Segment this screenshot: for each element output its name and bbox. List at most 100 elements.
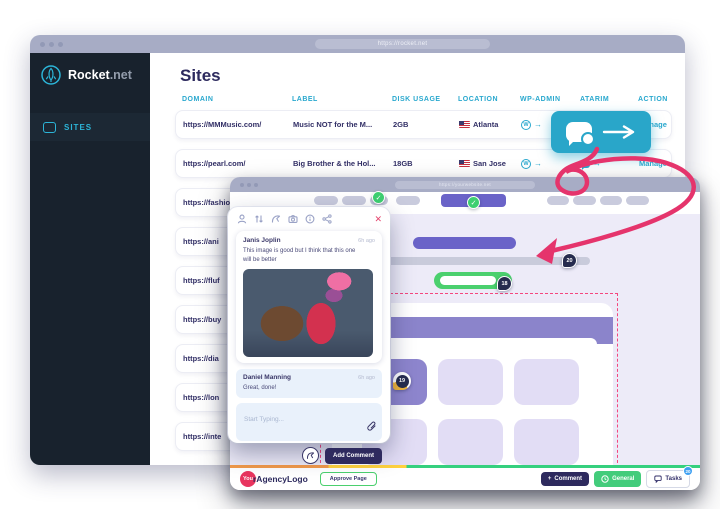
col-action: ACTION	[638, 96, 677, 103]
resolved-check-icon[interactable]: ✓	[467, 196, 480, 209]
site-disk: 2GB	[393, 120, 459, 129]
table-row: https://pearl.com/ Big Brother & the Hol…	[175, 149, 672, 178]
nav-placeholder	[342, 196, 366, 205]
site-disk: 18GB	[393, 159, 459, 168]
comment-author: Daniel Manning	[243, 374, 291, 381]
col-location: LOCATION	[458, 96, 520, 103]
window-control-icon[interactable]	[240, 183, 244, 187]
site-label: Music NOT for the M...	[293, 120, 393, 129]
site-domain: https://pearl.com/	[183, 159, 293, 168]
grid-cell	[438, 419, 503, 465]
atarim-collaborate-button[interactable]	[551, 111, 651, 153]
window-control-icon[interactable]	[40, 42, 45, 47]
info-icon[interactable]	[304, 214, 315, 225]
browser-titlebar: https://yourwebsite.net	[230, 177, 700, 192]
address-bar[interactable]: https://rocket.net	[315, 39, 490, 49]
task-pin[interactable]: 20	[562, 253, 577, 268]
tasks-chat-icon	[654, 475, 662, 483]
popup-toolbar: ✕	[236, 213, 382, 225]
chat-bubble-icon	[566, 122, 592, 142]
comment-time: 6h ago	[358, 238, 375, 244]
move-icon[interactable]	[253, 214, 264, 225]
address-bar[interactable]: https://yourwebsite.net	[395, 181, 535, 189]
approval-toolbar: You rAgencyLogo Approve Page + Comment G…	[230, 465, 700, 490]
attachment-paperclip-icon[interactable]	[366, 419, 377, 437]
nav-placeholder	[396, 196, 420, 205]
comment-input[interactable]	[242, 415, 376, 424]
comment-time: 6h ago	[358, 375, 375, 381]
col-wp-admin: WP-ADMIN	[520, 96, 580, 103]
comment-text: Great, done!	[243, 384, 361, 393]
general-tasks-button[interactable]: General	[594, 471, 641, 487]
us-flag-icon	[459, 121, 470, 128]
grid-cell	[514, 359, 579, 405]
button-placeholder	[440, 276, 496, 285]
sites-icon	[43, 122, 56, 133]
comment-attachment-image	[243, 269, 373, 357]
rocket-logo: Rocket.net	[30, 53, 150, 86]
col-label: LABEL	[292, 96, 392, 103]
add-comment-submit-button[interactable]: Add Comment	[325, 448, 382, 464]
atarim-logo-button[interactable]	[302, 447, 319, 464]
agency-logo-text: rAgencyLogo	[253, 474, 308, 484]
arrow-icon[interactable]: →	[534, 120, 542, 129]
brand-name: Rocket	[68, 68, 110, 82]
browser-titlebar: https://rocket.net	[30, 35, 685, 53]
atarim-comment-popup: ✕ Janis Joplin 6h ago This image is good…	[228, 207, 390, 443]
tasks-button[interactable]: Tasks 20	[646, 470, 690, 488]
comment-author: Janis Joplin	[243, 237, 281, 244]
site-label: Big Brother & the Hol...	[293, 159, 393, 168]
table-header: DOMAIN LABEL DISK USAGE LOCATION WP-ADMI…	[182, 96, 677, 103]
task-pin[interactable]: 18	[497, 276, 512, 291]
sidebar-item-sites[interactable]: SITES	[30, 113, 150, 141]
window-control-icon[interactable]	[49, 42, 54, 47]
cursor-icon[interactable]	[270, 214, 281, 225]
window-control-icon[interactable]	[247, 183, 251, 187]
nav-placeholder	[600, 196, 622, 205]
arrow-icon[interactable]: →	[534, 159, 542, 168]
share-icon[interactable]	[321, 214, 332, 225]
add-comment-button[interactable]: + Comment	[541, 472, 589, 486]
comment-input-area	[236, 403, 382, 441]
nav-placeholder	[626, 196, 649, 205]
headline-placeholder	[413, 237, 516, 249]
col-disk-usage: DISK USAGE	[392, 96, 458, 103]
page-title: Sites	[180, 66, 685, 86]
comment-text: This image is good but I think that this…	[243, 247, 361, 265]
col-domain: DOMAIN	[182, 96, 292, 103]
manage-link[interactable]: Manage	[639, 159, 667, 168]
site-domain: https://MMMusic.com/	[183, 120, 293, 129]
arrow-icon[interactable]: →	[593, 159, 601, 168]
nav-placeholder	[314, 196, 338, 205]
wordpress-icon[interactable]: W	[521, 120, 531, 130]
site-location: San Jose	[473, 159, 506, 168]
task-pin-in-progress[interactable]: 19	[393, 372, 411, 390]
grid-cell	[514, 419, 579, 465]
us-flag-icon	[459, 160, 470, 167]
nav-placeholder	[547, 196, 569, 205]
resolved-check-icon[interactable]: ✓	[372, 191, 385, 204]
rocket-logo-icon	[40, 64, 62, 86]
popup-actions: Add Comment	[236, 447, 382, 464]
sidebar: Rocket.net SITES	[30, 53, 150, 465]
close-icon[interactable]: ✕	[374, 215, 382, 224]
window-control-icon[interactable]	[254, 183, 258, 187]
col-atarim: ATARIM	[580, 96, 638, 103]
nav-placeholder	[573, 196, 596, 205]
comment-card: Janis Joplin 6h ago This image is good b…	[236, 231, 382, 363]
atarim-chat-icon[interactable]	[581, 160, 590, 168]
approve-page-button[interactable]: Approve Page	[320, 472, 377, 486]
clock-icon	[601, 475, 609, 483]
marketing-composition: https://rocket.net Rocket.net SITES Site…	[0, 0, 720, 509]
arrow-right-icon	[602, 125, 636, 139]
comment-reply: Daniel Manning 6h ago Great, done!	[236, 369, 382, 398]
site-location: Atlanta	[473, 120, 498, 129]
plus-icon: +	[548, 476, 552, 482]
tasks-count-badge: 20	[683, 466, 693, 476]
user-icon[interactable]	[236, 214, 247, 225]
brand-tld: .net	[110, 68, 132, 82]
wordpress-icon[interactable]: W	[521, 159, 531, 169]
camera-icon[interactable]	[287, 214, 298, 225]
window-control-icon[interactable]	[58, 42, 63, 47]
grid-cell	[438, 359, 503, 405]
